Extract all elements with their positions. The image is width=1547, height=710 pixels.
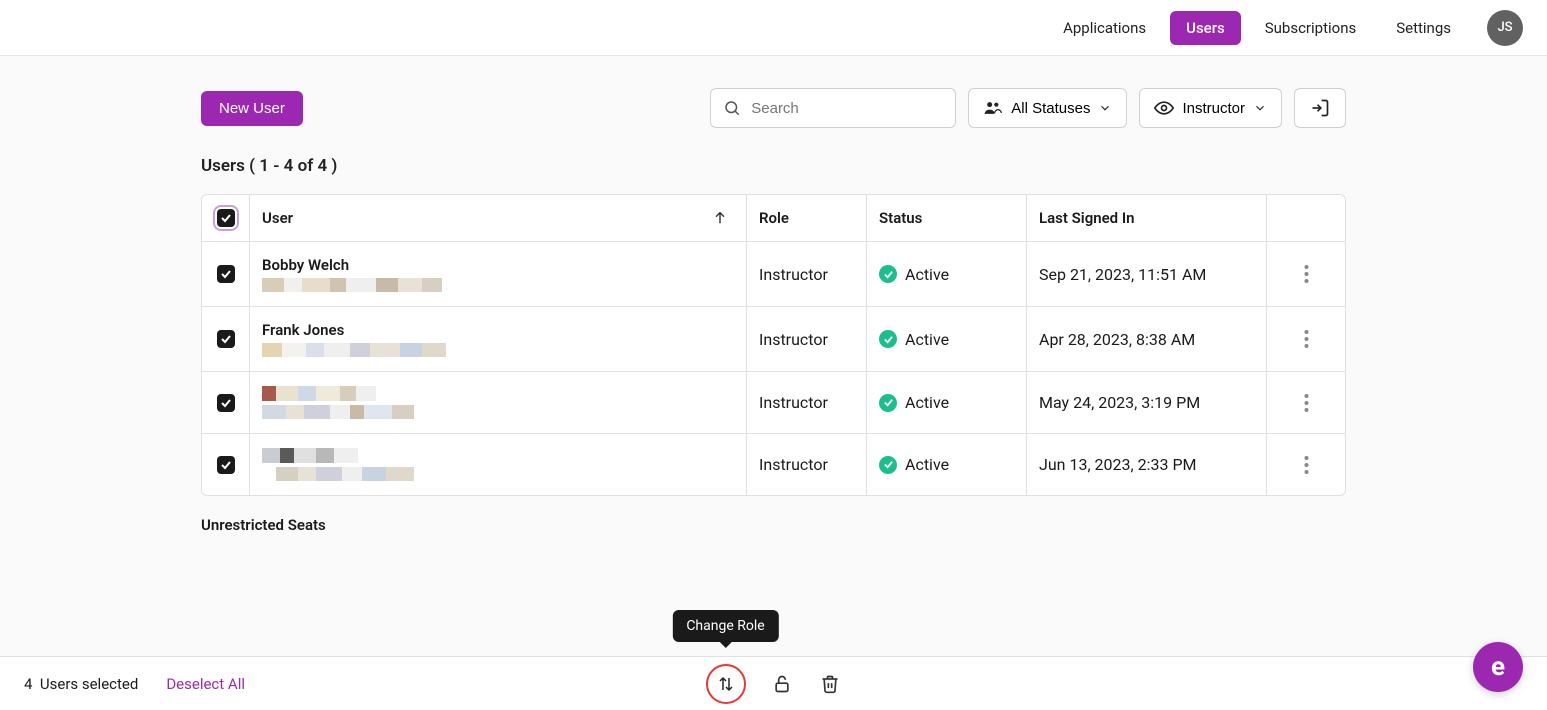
tooltip-change-role: Change Role (672, 610, 778, 642)
header-last-signed-in[interactable]: Last Signed In (1027, 195, 1267, 241)
user-role: Instructor (747, 372, 867, 433)
redacted-email (262, 405, 414, 419)
eye-icon (1154, 101, 1174, 115)
nav-subscriptions[interactable]: Subscriptions (1249, 11, 1372, 45)
redacted-name (262, 448, 414, 463)
toolbar: New User All Statuses Instructor (201, 88, 1346, 128)
bottom-bar: 4 Users selected Deselect All Change Rol… (0, 656, 1547, 710)
redacted-name (262, 386, 414, 401)
status-filter-label: All Statuses (1011, 100, 1090, 117)
user-role: Instructor (747, 307, 867, 371)
header-checkbox-cell (202, 195, 250, 241)
redacted-email (262, 467, 414, 481)
header-user[interactable]: User (250, 195, 747, 241)
page-heading: Users ( 1 - 4 of 4 ) (201, 156, 1346, 176)
search-box[interactable] (710, 88, 956, 128)
redacted-email (262, 343, 446, 357)
table-row: Bobby Welch Instructor Active Sep 21, 20… (202, 242, 1345, 307)
main-content: New User All Statuses Instructor (201, 56, 1346, 534)
status-active-icon (879, 394, 897, 412)
nav-users[interactable]: Users (1170, 11, 1241, 45)
new-user-button[interactable]: New User (201, 91, 303, 126)
delete-button[interactable] (818, 672, 842, 696)
row-checkbox[interactable] (217, 394, 235, 412)
help-fab[interactable]: e (1473, 642, 1523, 692)
header-user-label: User (262, 209, 293, 227)
sort-ascending-icon (712, 210, 728, 226)
deselect-all-link[interactable]: Deselect All (166, 675, 245, 693)
table-header-row: User Role Status Last Signed In (202, 195, 1345, 242)
redacted-email (262, 278, 442, 292)
status-active-icon (879, 456, 897, 474)
trash-icon (820, 674, 840, 694)
user-last-signed-in: Apr 28, 2023, 8:38 AM (1027, 307, 1267, 371)
swap-arrows-icon (717, 675, 735, 693)
selected-count-text: 4 Users selected (24, 675, 138, 693)
user-last-signed-in: Sep 21, 2023, 11:51 AM (1027, 242, 1267, 306)
avatar[interactable]: JS (1487, 10, 1523, 46)
user-status: Active (905, 265, 949, 284)
table-row: Instructor Active May 24, 2023, 3:19 PM (202, 372, 1345, 434)
user-role: Instructor (747, 242, 867, 306)
row-checkbox[interactable] (217, 330, 235, 348)
export-button[interactable] (1294, 88, 1346, 128)
nav-settings[interactable]: Settings (1380, 11, 1467, 45)
export-icon (1310, 98, 1330, 118)
row-checkbox[interactable] (217, 456, 235, 474)
search-icon (723, 99, 741, 117)
unrestricted-seats-label: Unrestricted Seats (201, 516, 1346, 534)
more-menu-icon[interactable] (1304, 265, 1309, 283)
top-nav: Applications Users Subscriptions Setting… (0, 0, 1547, 56)
more-menu-icon[interactable] (1304, 394, 1309, 412)
lock-icon (772, 674, 792, 694)
user-name: Bobby Welch (262, 256, 442, 274)
user-status: Active (905, 455, 949, 474)
users-table: User Role Status Last Signed In Bobby We… (201, 194, 1346, 496)
select-all-checkbox[interactable] (217, 209, 235, 227)
user-last-signed-in: Jun 13, 2023, 2:33 PM (1027, 434, 1267, 495)
header-actions (1267, 195, 1345, 241)
search-input[interactable] (751, 100, 950, 117)
header-role[interactable]: Role (747, 195, 867, 241)
change-role-button[interactable] (706, 664, 746, 704)
user-status: Active (905, 330, 949, 349)
row-checkbox[interactable] (217, 265, 235, 283)
table-row: Instructor Active Jun 13, 2023, 2:33 PM (202, 434, 1345, 495)
chevron-down-icon (1098, 101, 1112, 115)
role-filter[interactable]: Instructor (1139, 88, 1282, 128)
lock-button[interactable] (770, 672, 794, 696)
role-filter-label: Instructor (1182, 100, 1245, 117)
people-icon (983, 100, 1003, 116)
header-status[interactable]: Status (867, 195, 1027, 241)
user-role: Instructor (747, 434, 867, 495)
more-menu-icon[interactable] (1304, 456, 1309, 474)
user-name: Frank Jones (262, 321, 446, 339)
user-last-signed-in: May 24, 2023, 3:19 PM (1027, 372, 1267, 433)
bulk-action-icons: Change Role (706, 664, 842, 704)
chevron-down-icon (1253, 101, 1267, 115)
status-filter[interactable]: All Statuses (968, 88, 1127, 128)
status-active-icon (879, 265, 897, 283)
status-active-icon (879, 330, 897, 348)
nav-applications[interactable]: Applications (1047, 11, 1162, 45)
table-row: Frank Jones Instructor Active Apr 28, 20… (202, 307, 1345, 372)
more-menu-icon[interactable] (1304, 330, 1309, 348)
user-status: Active (905, 393, 949, 412)
